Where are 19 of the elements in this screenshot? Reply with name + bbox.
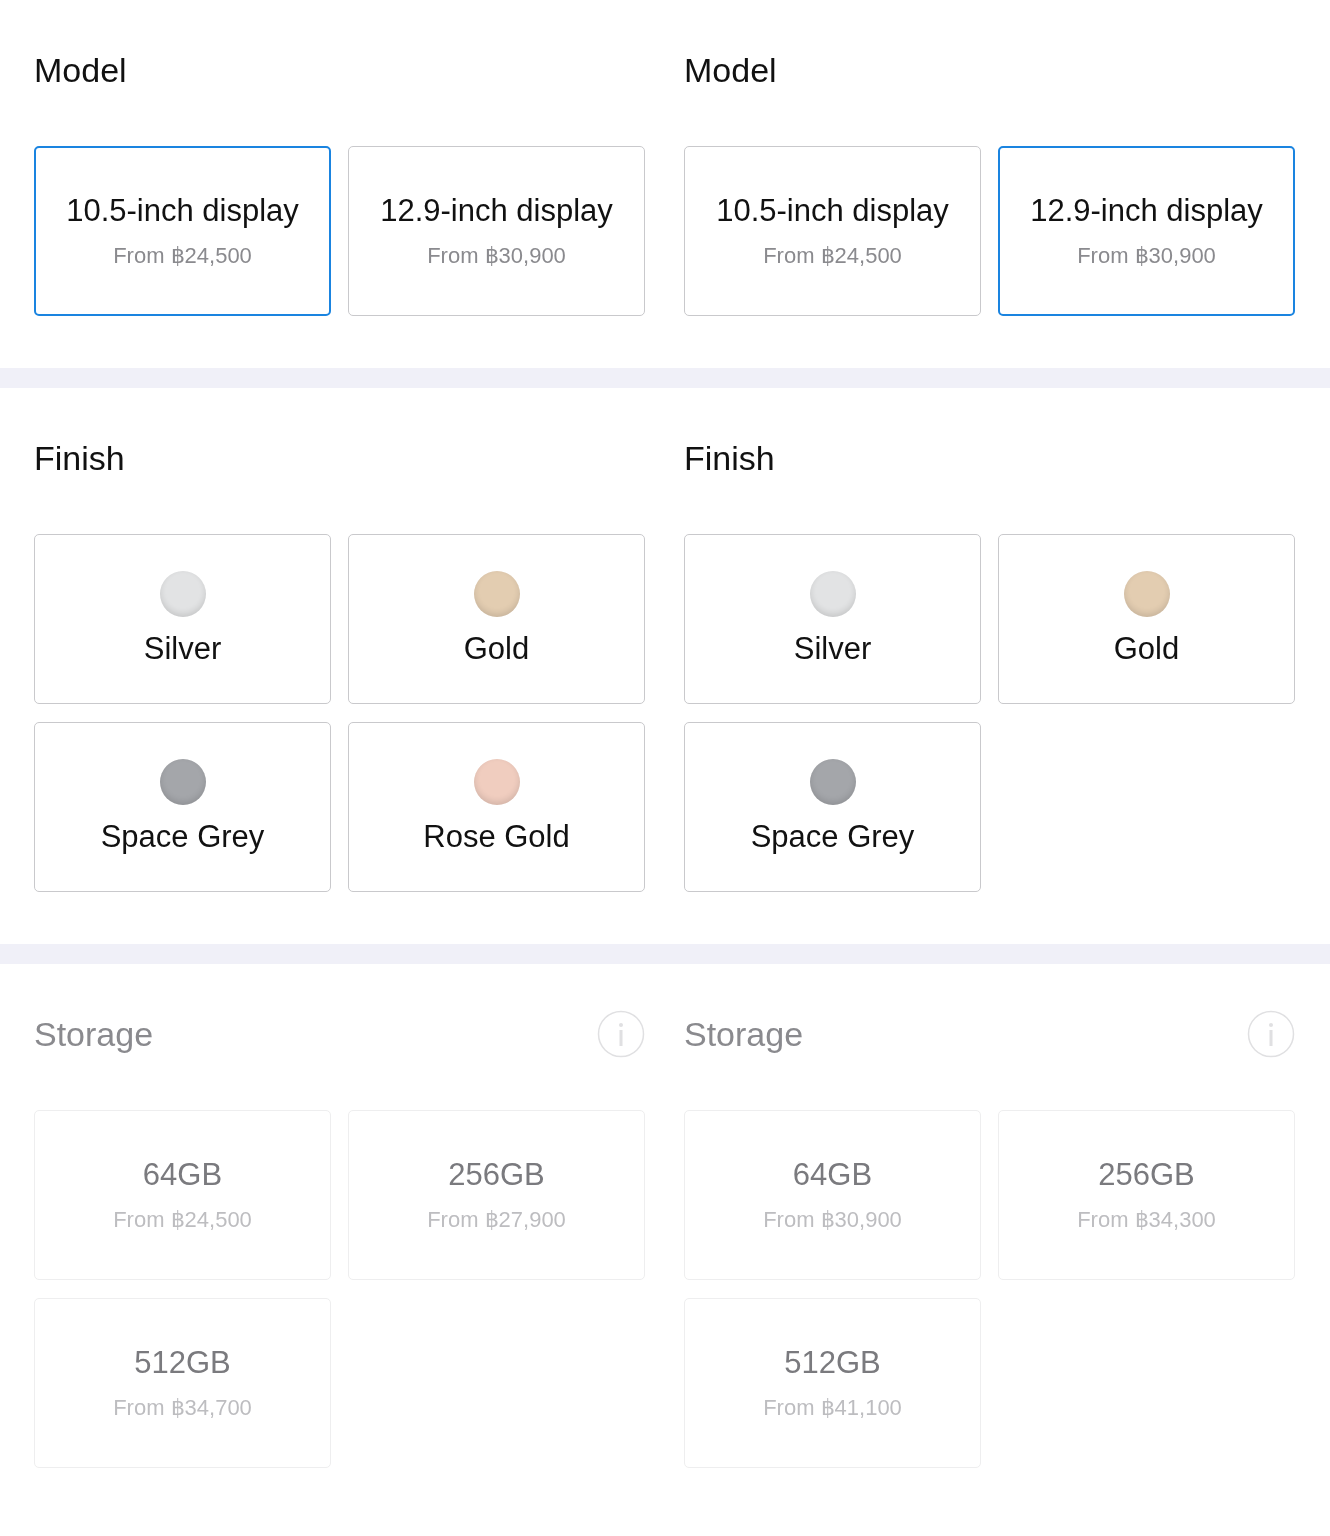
model-option[interactable]: 12.9-inch display From ฿30,900 xyxy=(348,146,645,316)
section-title: Model xyxy=(684,50,777,90)
section-title: Model xyxy=(34,50,127,90)
model-option[interactable]: 12.9-inch display From ฿30,900 xyxy=(998,146,1295,316)
finish-option[interactable]: Space Grey xyxy=(34,722,331,892)
finish-option[interactable]: Silver xyxy=(684,534,981,704)
info-icon[interactable] xyxy=(1247,1010,1295,1058)
finish-option[interactable]: Gold xyxy=(998,534,1295,704)
finish-option[interactable]: Silver xyxy=(34,534,331,704)
model-option[interactable]: 10.5-inch display From ฿24,500 xyxy=(684,146,981,316)
finish-option[interactable]: Space Grey xyxy=(684,722,981,892)
info-icon[interactable] xyxy=(597,1010,645,1058)
finish-option[interactable]: Gold xyxy=(348,534,645,704)
finish-option[interactable]: Rose Gold xyxy=(348,722,645,892)
section-title: Storage xyxy=(34,1014,154,1054)
section-title: Storage xyxy=(684,1014,804,1054)
section-title: Finish xyxy=(34,438,125,478)
model-option[interactable]: 10.5-inch display From ฿24,500 xyxy=(34,146,331,316)
section-title: Finish xyxy=(684,438,775,478)
